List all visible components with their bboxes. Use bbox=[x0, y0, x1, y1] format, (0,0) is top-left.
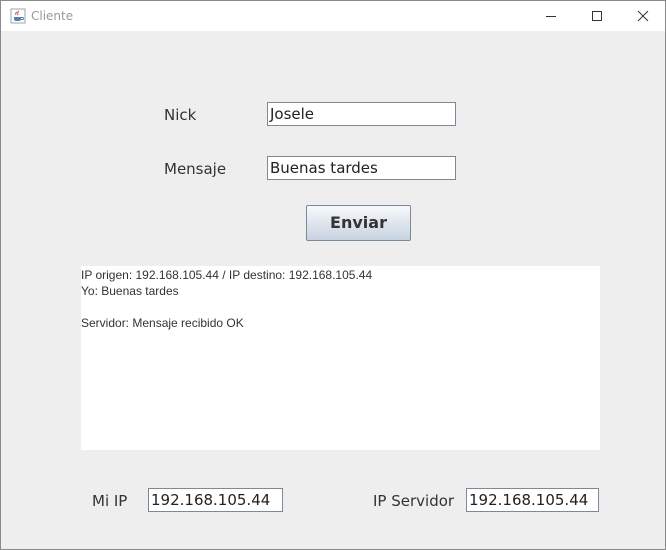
minimize-button[interactable] bbox=[528, 1, 574, 31]
my-ip-field[interactable]: 192.168.105.44 bbox=[148, 488, 283, 512]
log-line: Yo: Buenas tardes bbox=[81, 284, 179, 298]
server-ip-field[interactable]: 192.168.105.44 bbox=[466, 488, 599, 512]
message-label: Mensaje bbox=[164, 160, 227, 178]
close-button[interactable] bbox=[620, 1, 666, 31]
nick-field[interactable]: Josele bbox=[267, 102, 456, 126]
content-panel: Nick Josele Mensaje Buenas tardes Enviar… bbox=[1, 31, 665, 549]
log-line: Servidor: Mensaje recibido OK bbox=[81, 316, 244, 330]
window-title: Cliente bbox=[31, 9, 74, 23]
nick-label: Nick bbox=[164, 106, 197, 124]
maximize-button[interactable] bbox=[574, 1, 620, 31]
maximize-icon bbox=[592, 11, 602, 21]
java-coffee-cup-icon bbox=[10, 8, 26, 24]
log-line: IP origen: 192.168.105.44 / IP destino: … bbox=[81, 268, 373, 282]
minimize-icon bbox=[546, 16, 556, 17]
server-ip-label: IP Servidor bbox=[373, 492, 455, 510]
app-window: Cliente Nick Josele Mensaje Buenas tarde… bbox=[0, 0, 666, 550]
close-icon bbox=[637, 10, 649, 22]
my-ip-label: Mi IP bbox=[92, 492, 128, 510]
title-bar[interactable]: Cliente bbox=[1, 1, 665, 31]
message-field[interactable]: Buenas tardes bbox=[267, 156, 456, 180]
message-log[interactable]: IP origen: 192.168.105.44 / IP destino: … bbox=[81, 266, 600, 450]
send-button[interactable]: Enviar bbox=[306, 205, 411, 241]
